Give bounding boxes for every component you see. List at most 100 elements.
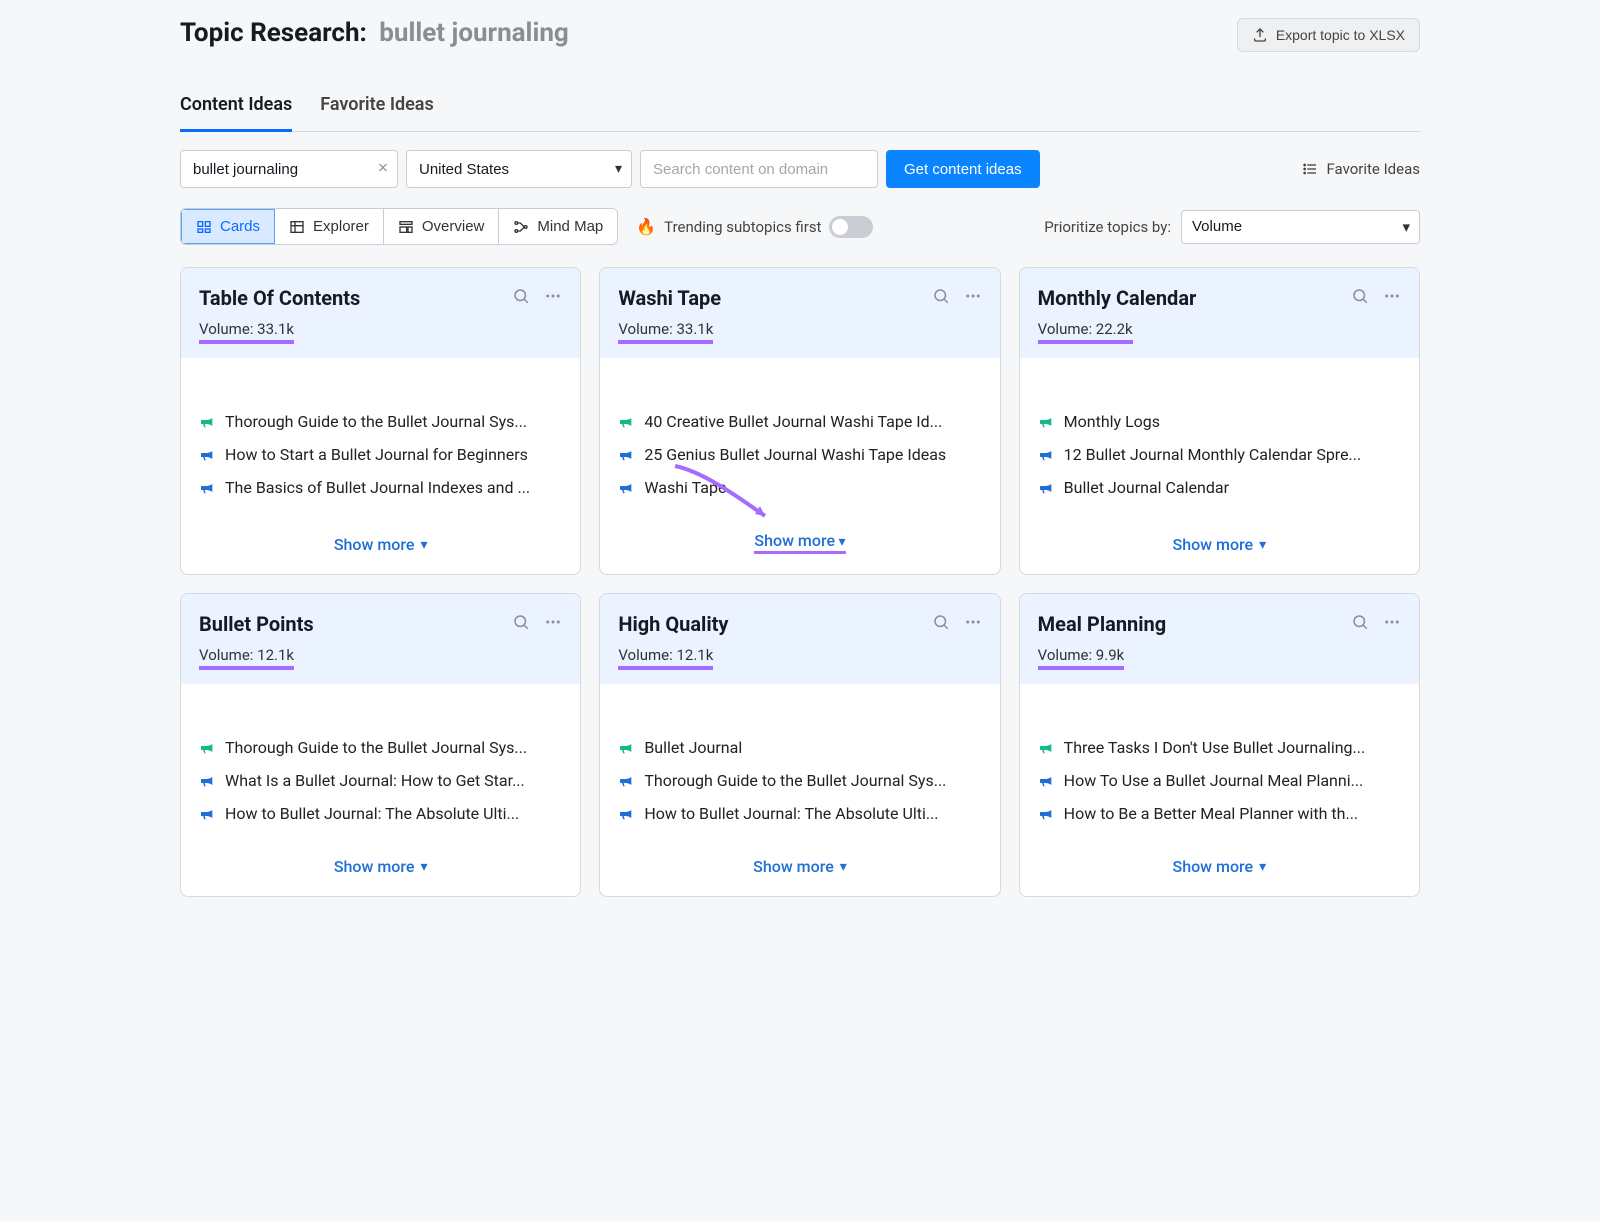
tab-favorite-ideas[interactable]: Favorite Ideas: [320, 82, 433, 131]
headline-item[interactable]: How To Use a Bullet Journal Meal Planni.…: [1038, 771, 1401, 790]
card-search-button[interactable]: [932, 613, 950, 635]
headline-text: How To Use a Bullet Journal Meal Planni.…: [1064, 771, 1364, 790]
view-overview-button[interactable]: Overview: [384, 209, 500, 244]
headline-item[interactable]: How to Bullet Journal: The Absolute Ulti…: [618, 804, 981, 823]
card-title: Bullet Points: [199, 612, 314, 636]
headline-text: How to Start a Bullet Journal for Beginn…: [225, 445, 528, 464]
cards-icon: [196, 219, 212, 235]
headline-item[interactable]: Thorough Guide to the Bullet Journal Sys…: [199, 412, 562, 431]
headline-item[interactable]: Bullet Journal Calendar: [1038, 478, 1401, 497]
view-cards-button[interactable]: Cards: [181, 209, 275, 244]
card-more-button[interactable]: [964, 613, 982, 635]
card-more-button[interactable]: [964, 287, 982, 309]
megaphone-icon: [199, 447, 215, 463]
more-icon: [964, 613, 982, 631]
headline-text: The Basics of Bullet Journal Indexes and…: [225, 478, 530, 497]
card-more-button[interactable]: [544, 287, 562, 309]
show-more-button[interactable]: Show more ▾: [334, 519, 428, 574]
get-content-ideas-button[interactable]: Get content ideas: [886, 150, 1040, 188]
card-search-button[interactable]: [1351, 287, 1369, 309]
flame-icon: 🔥: [636, 217, 656, 236]
domain-search-input[interactable]: [640, 150, 878, 188]
overview-icon: [398, 219, 414, 235]
headline-text: Thorough Guide to the Bullet Journal Sys…: [644, 771, 946, 790]
headline-item[interactable]: 12 Bullet Journal Monthly Calendar Spre.…: [1038, 445, 1401, 464]
headline-item[interactable]: What Is a Bullet Journal: How to Get Sta…: [199, 771, 562, 790]
more-icon: [964, 287, 982, 305]
export-label: Export topic to XLSX: [1276, 27, 1405, 43]
page-title: Topic Research: bullet journaling: [180, 18, 569, 48]
headline-item[interactable]: Thorough Guide to the Bullet Journal Sys…: [199, 738, 562, 757]
headline-item[interactable]: Washi Tape: [618, 478, 981, 497]
headline-item[interactable]: The Basics of Bullet Journal Indexes and…: [199, 478, 562, 497]
megaphone-icon: [618, 806, 634, 822]
card-more-button[interactable]: [1383, 613, 1401, 635]
headline-item[interactable]: 40 Creative Bullet Journal Washi Tape Id…: [618, 412, 981, 431]
prioritize-select[interactable]: [1181, 210, 1420, 244]
more-icon: [1383, 287, 1401, 305]
mindmap-icon: [513, 219, 529, 235]
card-volume: Volume: 22.2k: [1038, 320, 1133, 344]
headline-text: Bullet Journal: [644, 738, 742, 757]
topic-card: Monthly Calendar Volume: 22.2k Monthly L…: [1019, 267, 1420, 575]
headline-text: What Is a Bullet Journal: How to Get Sta…: [225, 771, 525, 790]
headline-item[interactable]: How to Start a Bullet Journal for Beginn…: [199, 445, 562, 464]
headline-item[interactable]: How to Be a Better Meal Planner with th.…: [1038, 804, 1401, 823]
show-more-button[interactable]: Show more ▾: [754, 515, 845, 574]
headline-text: Washi Tape: [644, 478, 726, 497]
headline-text: Bullet Journal Calendar: [1064, 478, 1229, 497]
show-more-button[interactable]: Show more ▾: [753, 841, 847, 896]
view-mindmap-button[interactable]: Mind Map: [499, 209, 617, 244]
megaphone-icon: [199, 414, 215, 430]
headline-item[interactable]: Three Tasks I Don't Use Bullet Journalin…: [1038, 738, 1401, 757]
headline-text: How to Bullet Journal: The Absolute Ulti…: [644, 804, 938, 823]
card-volume: Volume: 33.1k: [618, 320, 713, 344]
topic-cards-grid: Table Of Contents Volume: 33.1k Thorough…: [180, 267, 1420, 897]
card-search-button[interactable]: [512, 287, 530, 309]
search-icon: [932, 613, 950, 631]
topic-card: Washi Tape Volume: 33.1k 40 Creative Bul…: [599, 267, 1000, 575]
show-more-button[interactable]: Show more ▾: [334, 841, 428, 896]
card-search-button[interactable]: [512, 613, 530, 635]
megaphone-icon: [199, 480, 215, 496]
headline-text: Monthly Logs: [1064, 412, 1160, 431]
clear-topic-button[interactable]: [376, 159, 390, 180]
headline-text: 40 Creative Bullet Journal Washi Tape Id…: [644, 412, 942, 431]
headline-text: Thorough Guide to the Bullet Journal Sys…: [225, 412, 527, 431]
card-more-button[interactable]: [1383, 287, 1401, 309]
list-icon: [1302, 161, 1318, 177]
megaphone-icon: [1038, 480, 1054, 496]
view-explorer-button[interactable]: Explorer: [275, 209, 384, 244]
card-volume: Volume: 12.1k: [618, 646, 713, 670]
headline-item[interactable]: Monthly Logs: [1038, 412, 1401, 431]
favorite-ideas-link[interactable]: Favorite Ideas: [1302, 160, 1420, 178]
topic-input[interactable]: [180, 150, 398, 188]
trending-label: Trending subtopics first: [664, 218, 821, 236]
trending-toggle[interactable]: [829, 216, 873, 238]
card-more-button[interactable]: [544, 613, 562, 635]
headline-text: 25 Genius Bullet Journal Washi Tape Idea…: [644, 445, 946, 464]
headline-text: How to Be a Better Meal Planner with th.…: [1064, 804, 1358, 823]
card-search-button[interactable]: [932, 287, 950, 309]
card-title: Monthly Calendar: [1038, 286, 1197, 310]
favorite-ideas-label: Favorite Ideas: [1326, 160, 1420, 178]
headline-item[interactable]: Bullet Journal: [618, 738, 981, 757]
show-more-button[interactable]: Show more ▾: [1173, 841, 1267, 896]
country-select[interactable]: [406, 150, 632, 188]
card-title: Washi Tape: [618, 286, 721, 310]
main-tabs: Content Ideas Favorite Ideas: [180, 82, 1420, 132]
headline-text: Three Tasks I Don't Use Bullet Journalin…: [1064, 738, 1366, 757]
headline-item[interactable]: How to Bullet Journal: The Absolute Ulti…: [199, 804, 562, 823]
topic-card: Meal Planning Volume: 9.9k Three Tasks I…: [1019, 593, 1420, 897]
card-search-button[interactable]: [1351, 613, 1369, 635]
show-more-button[interactable]: Show more ▾: [1173, 519, 1267, 574]
headline-item[interactable]: Thorough Guide to the Bullet Journal Sys…: [618, 771, 981, 790]
headline-text: How to Bullet Journal: The Absolute Ulti…: [225, 804, 519, 823]
headline-item[interactable]: 25 Genius Bullet Journal Washi Tape Idea…: [618, 445, 981, 464]
card-title: Meal Planning: [1038, 612, 1167, 636]
export-button[interactable]: Export topic to XLSX: [1237, 18, 1420, 52]
megaphone-icon: [1038, 447, 1054, 463]
tab-content-ideas[interactable]: Content Ideas: [180, 82, 292, 132]
headline-text: Thorough Guide to the Bullet Journal Sys…: [225, 738, 527, 757]
megaphone-icon: [1038, 414, 1054, 430]
